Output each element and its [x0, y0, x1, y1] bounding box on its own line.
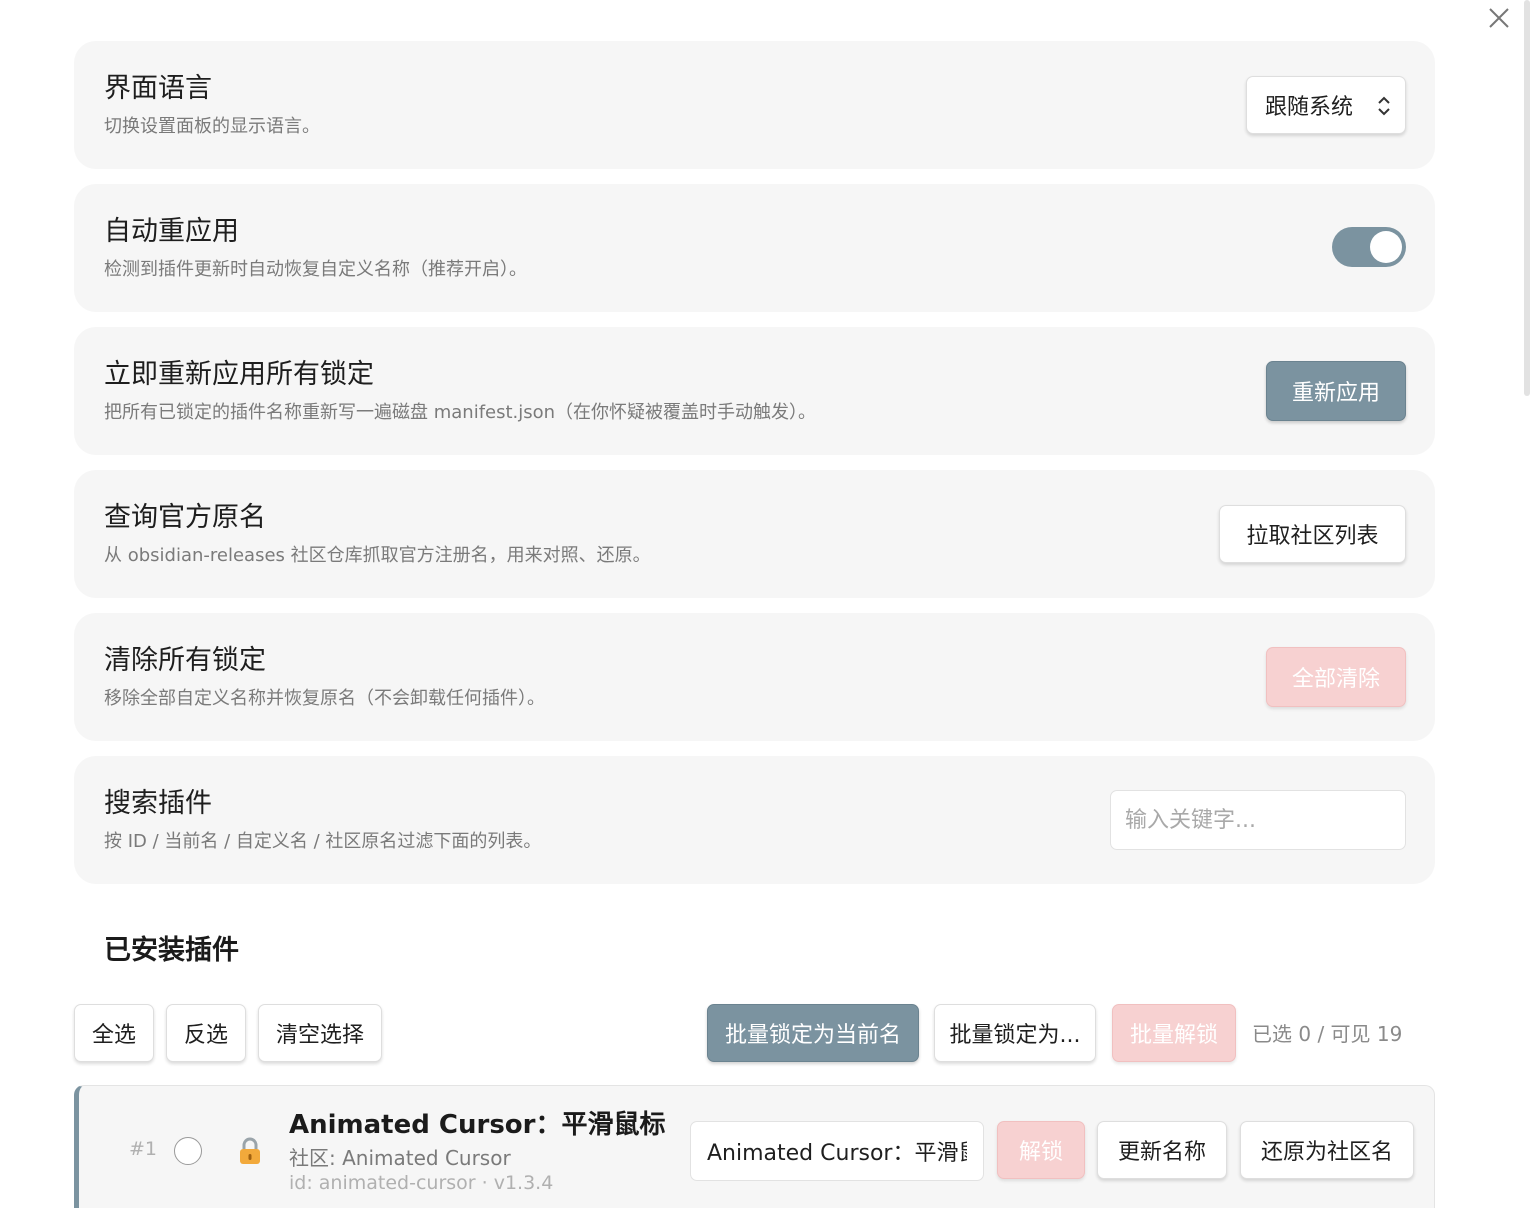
- scrollbar[interactable]: [1524, 0, 1530, 396]
- plugin-row: #1 Animated Cursor：平滑鼠标 社区: Animated Cur…: [74, 1085, 1435, 1208]
- plugin-id: id: animated-cursor · v1.3.4: [289, 1172, 554, 1194]
- setting-desc: 检测到插件更新时自动恢复自定义名称（推荐开启）。: [104, 259, 527, 280]
- setting-title: 搜索插件: [104, 788, 212, 819]
- clear-selection-button[interactable]: 清空选择: [258, 1004, 382, 1062]
- close-icon: [1489, 8, 1509, 28]
- setting-desc: 从 obsidian-releases 社区仓库抓取官方注册名，用来对照、还原。: [104, 545, 651, 566]
- chevron-updown-icon: [1378, 96, 1390, 116]
- toggle-knob: [1370, 231, 1402, 263]
- plugin-index: #1: [129, 1138, 158, 1160]
- batch-lock-as-button[interactable]: 批量锁定为...: [934, 1004, 1096, 1062]
- plugin-select-radio[interactable]: [174, 1137, 202, 1165]
- plugin-custom-name-input[interactable]: [690, 1121, 984, 1181]
- clear-all-button[interactable]: 全部清除: [1266, 647, 1406, 707]
- setting-reapply-all: 立即重新应用所有锁定 把所有已锁定的插件名称重新写一遍磁盘 manifest.j…: [74, 327, 1435, 455]
- batch-unlock-button[interactable]: 批量解锁: [1112, 1004, 1236, 1062]
- restore-community-name-button[interactable]: 还原为社区名: [1240, 1121, 1414, 1179]
- settings-page: 界面语言 切换设置面板的显示语言。 跟随系统 自动重应用 检测到插件更新时自动恢…: [0, 0, 1531, 1208]
- setting-title: 立即重新应用所有锁定: [104, 359, 374, 390]
- setting-language: 界面语言 切换设置面板的显示语言。 跟随系统: [74, 41, 1435, 169]
- language-select[interactable]: 跟随系统: [1246, 76, 1406, 134]
- search-input[interactable]: [1110, 790, 1406, 850]
- selection-status: 已选 0 / 可见 19: [1252, 1022, 1403, 1046]
- setting-title: 清除所有锁定: [104, 645, 266, 676]
- batch-lock-current-button[interactable]: 批量锁定为当前名: [707, 1004, 919, 1062]
- select-all-button[interactable]: 全选: [74, 1004, 154, 1062]
- plugin-community-name: 社区: Animated Cursor: [289, 1146, 511, 1170]
- close-button[interactable]: [1483, 2, 1515, 34]
- setting-query-names: 查询官方原名 从 obsidian-releases 社区仓库抓取官方注册名，用…: [74, 470, 1435, 598]
- setting-title: 查询官方原名: [104, 502, 266, 533]
- reapply-button[interactable]: 重新应用: [1266, 361, 1406, 421]
- setting-title: 自动重应用: [104, 216, 239, 247]
- setting-desc: 把所有已锁定的插件名称重新写一遍磁盘 manifest.json（在你怀疑被覆盖…: [104, 402, 817, 423]
- setting-desc: 移除全部自定义名称并恢复原名（不会卸载任何插件）。: [104, 688, 545, 709]
- setting-search: 搜索插件 按 ID / 当前名 / 自定义名 / 社区原名过滤下面的列表。: [74, 756, 1435, 884]
- language-select-value: 跟随系统: [1265, 95, 1354, 120]
- setting-desc: 切换设置面板的显示语言。: [104, 116, 320, 137]
- unlock-button[interactable]: 解锁: [997, 1121, 1085, 1179]
- fetch-community-list-button[interactable]: 拉取社区列表: [1219, 505, 1406, 563]
- installed-plugins-heading: 已安装插件: [104, 935, 239, 966]
- update-name-button[interactable]: 更新名称: [1097, 1121, 1227, 1179]
- lock-icon: [240, 1137, 260, 1164]
- setting-clear-locks: 清除所有锁定 移除全部自定义名称并恢复原名（不会卸载任何插件）。 全部清除: [74, 613, 1435, 741]
- setting-desc: 按 ID / 当前名 / 自定义名 / 社区原名过滤下面的列表。: [104, 831, 542, 852]
- invert-selection-button[interactable]: 反选: [166, 1004, 246, 1062]
- setting-title: 界面语言: [104, 73, 212, 104]
- setting-auto-reapply: 自动重应用 检测到插件更新时自动恢复自定义名称（推荐开启）。: [74, 184, 1435, 312]
- auto-reapply-toggle[interactable]: [1332, 227, 1406, 267]
- plugin-name: Animated Cursor：平滑鼠标: [289, 1110, 666, 1140]
